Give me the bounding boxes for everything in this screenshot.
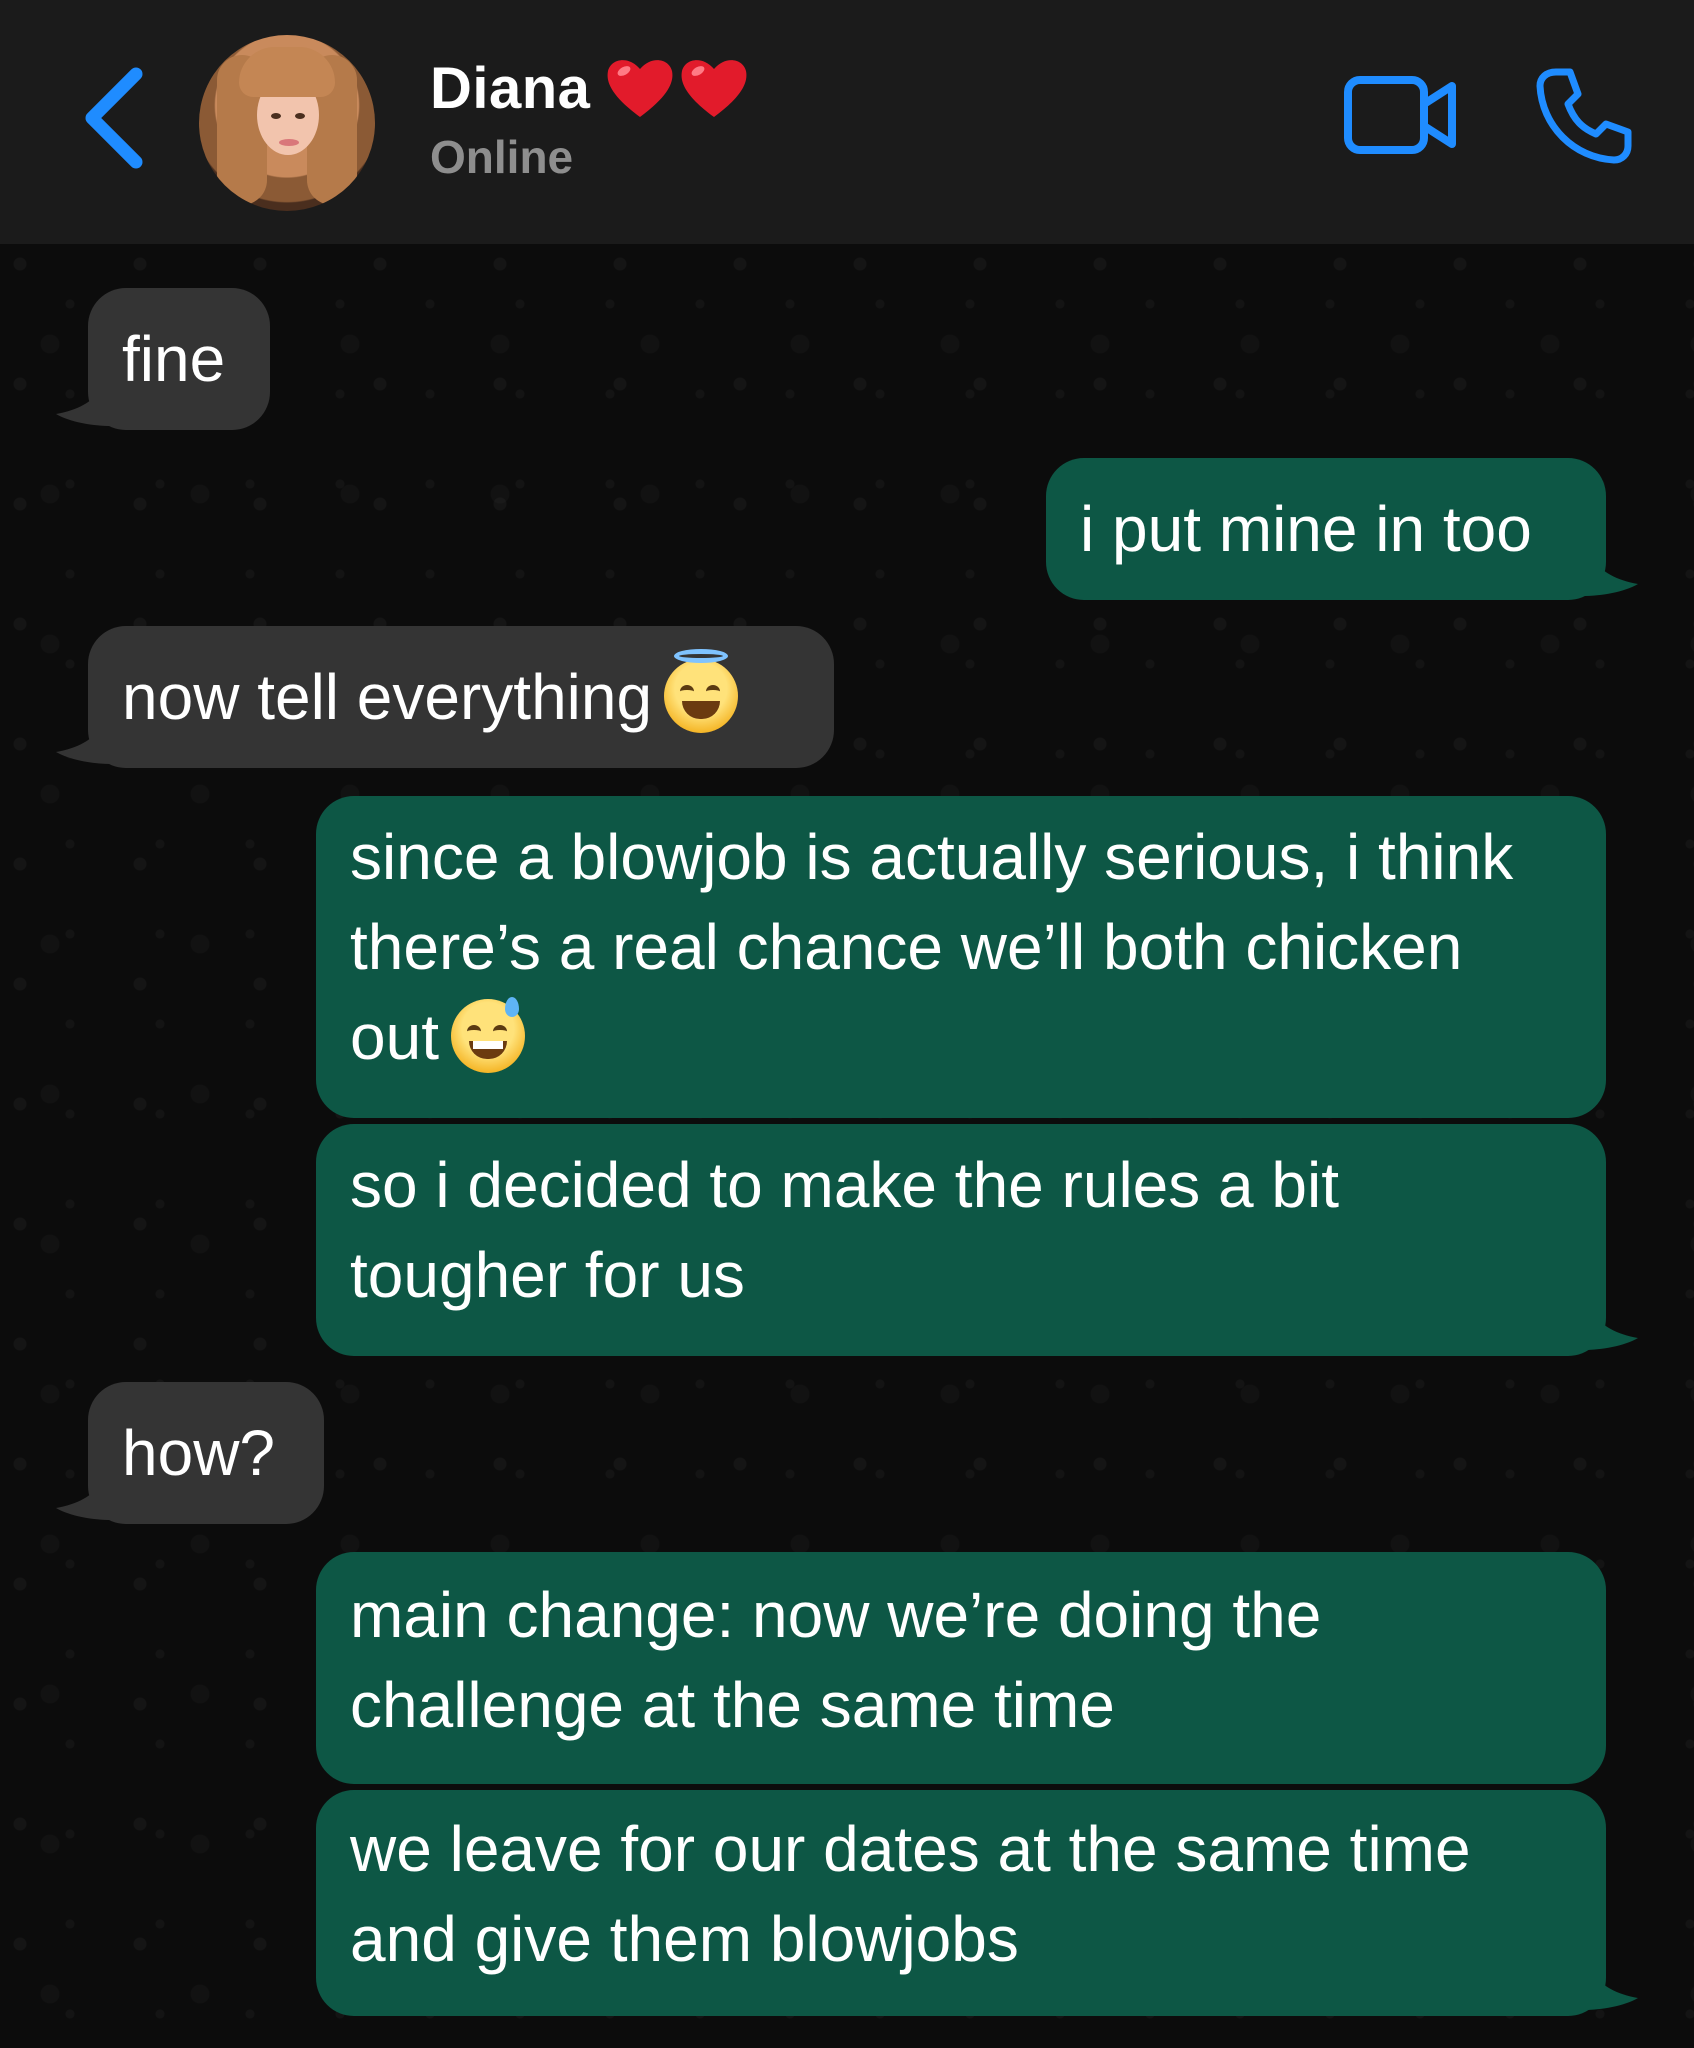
message-text: now tell everything [122, 661, 653, 733]
phone-icon [1536, 68, 1632, 164]
avatar[interactable] [199, 35, 375, 211]
heart-icon [682, 60, 747, 117]
heart-icon [608, 60, 673, 117]
message-text: so i decided to make the rules a bit tou… [350, 1149, 1339, 1311]
message-text: i put mine in too [1080, 493, 1532, 565]
contact-status: Online [430, 131, 574, 183]
message-text: how? [122, 1417, 275, 1489]
video-call-icon [1344, 76, 1456, 154]
back-icon [85, 67, 143, 169]
incoming-message[interactable]: how? [88, 1382, 324, 1524]
chat-header: Diana Online [0, 0, 1694, 244]
grinning-face-with-sweat-icon [450, 997, 525, 1073]
bubble-tail [1582, 1974, 1638, 2010]
outgoing-message[interactable]: i put mine in too [1046, 458, 1606, 600]
voice-call-button[interactable] [1534, 64, 1634, 164]
chat-screen: Diana Online fine i put mine in too now … [0, 0, 1694, 2048]
incoming-message[interactable]: now tell everything [88, 626, 834, 768]
message-list[interactable]: fine i put mine in too now tell everythi… [0, 244, 1694, 2048]
outgoing-message[interactable]: we leave for our dates at the same time … [316, 1790, 1606, 2016]
bubble-tail [56, 390, 112, 426]
video-call-button[interactable] [1342, 70, 1462, 160]
outgoing-message[interactable]: main change: now we’re doing the challen… [316, 1552, 1606, 1784]
bubble-tail [1582, 1314, 1638, 1350]
message-text: main change: now we’re doing the challen… [350, 1579, 1322, 1741]
back-button[interactable] [78, 62, 158, 172]
message-text: we leave for our dates at the same time … [350, 1813, 1471, 1975]
contact-name-row[interactable]: Diana [430, 48, 750, 128]
bubble-tail [1582, 560, 1638, 596]
bubble-tail [56, 728, 112, 764]
contact-name: Diana [430, 55, 591, 121]
message-text: fine [122, 323, 226, 395]
smiling-face-with-halo-icon [664, 649, 739, 733]
outgoing-message[interactable]: since a blowjob is actually serious, i t… [316, 796, 1606, 1118]
bubble-tail [56, 1484, 112, 1520]
incoming-message[interactable]: fine [88, 288, 270, 430]
outgoing-message[interactable]: so i decided to make the rules a bit tou… [316, 1124, 1606, 1356]
